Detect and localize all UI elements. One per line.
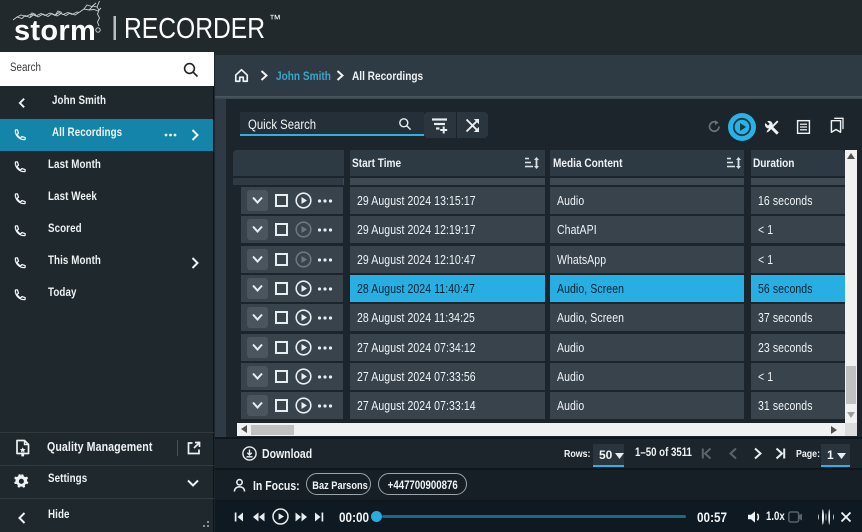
svg-text:storm: storm [14, 15, 96, 47]
svg-text:™: ™ [269, 12, 281, 26]
svg-text:RECORDER: RECORDER [124, 12, 265, 44]
